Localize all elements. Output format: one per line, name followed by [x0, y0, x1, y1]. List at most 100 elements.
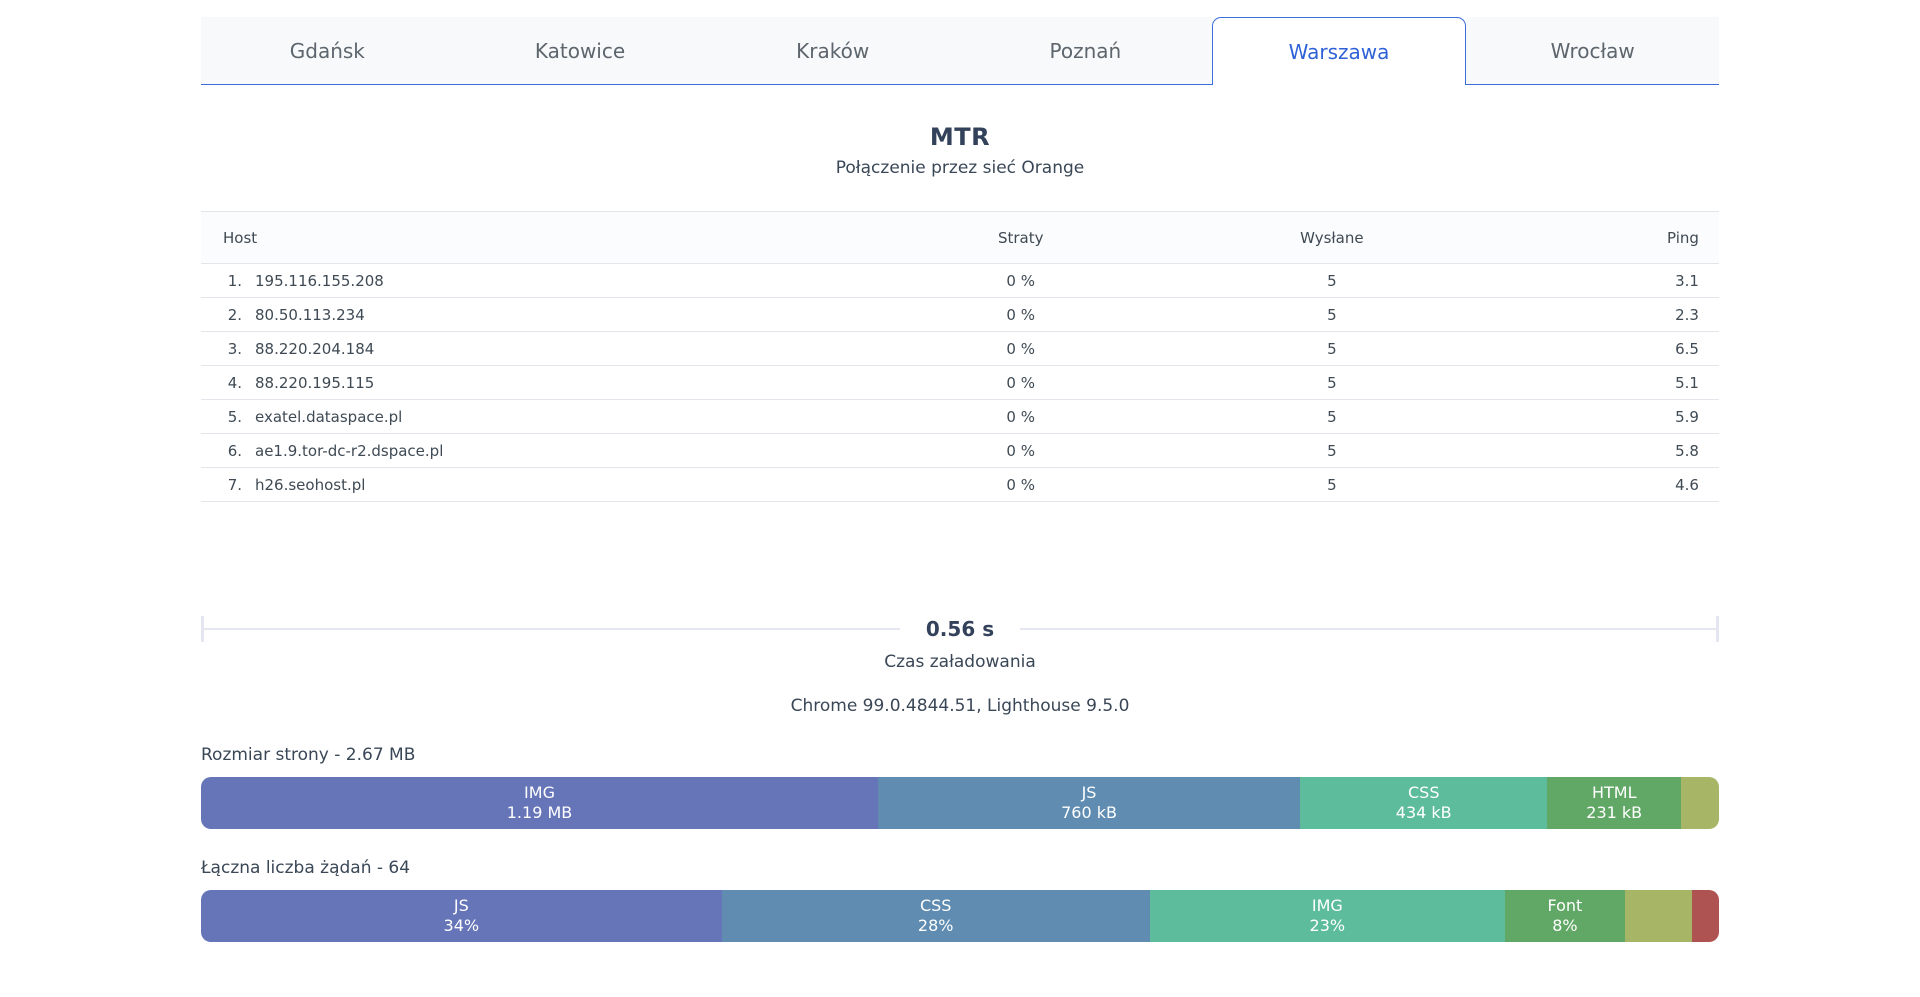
load-time-value: 0.56 s — [899, 614, 1021, 641]
cell-wyslane: 5 — [1327, 339, 1337, 358]
cell-wyslane: 5 — [1327, 373, 1337, 392]
table-row: 6. ae1.9.tor-dc-r2.dspace.pl 0 % 5 5.8 — [201, 434, 1719, 468]
cell-straty: 0 % — [1006, 475, 1035, 494]
cell-straty: 0 % — [1006, 441, 1035, 460]
cell-wyslane: 5 — [1327, 271, 1337, 290]
requests-bar: JS 34% CSS 28% IMG 23% Font 8% — [201, 890, 1719, 942]
size-segment-js: JS 760 kB — [878, 777, 1301, 829]
cell-host: 7. h26.seohost.pl — [201, 476, 884, 494]
cell-ping: 5.9 — [1675, 407, 1699, 426]
segment-value: 434 kB — [1395, 803, 1452, 822]
host-name: 88.220.204.184 — [255, 339, 375, 358]
row-number: 6. — [227, 441, 242, 460]
cell-ping: 4.6 — [1675, 475, 1699, 494]
tab-gdansk[interactable]: Gdańsk — [201, 17, 454, 85]
size-segment-html: HTML 231 kB — [1547, 777, 1682, 829]
segment-label: IMG — [1311, 896, 1343, 915]
load-time-label: Czas załadowania — [884, 652, 1036, 672]
table-row: 4. 88.220.195.115 0 % 5 5.1 — [201, 366, 1719, 400]
cell-straty: 0 % — [1006, 407, 1035, 426]
row-number: 7. — [227, 475, 242, 494]
segment-value: 8% — [1552, 916, 1578, 935]
segment-label: JS — [453, 896, 469, 915]
mtr-table-body: 1. 195.116.155.208 0 % 5 3.1 2. 80.50.113.234 0… — [201, 264, 1719, 502]
row-number: 5. — [227, 407, 242, 426]
segment-value: 23% — [1309, 916, 1346, 935]
host-name: 195.116.155.208 — [255, 271, 384, 290]
cell-host: 2. 80.50.113.234 — [201, 306, 884, 324]
row-number: 1. — [227, 271, 242, 290]
host-name: h26.seohost.pl — [255, 475, 366, 494]
header-ping: Ping — [1667, 228, 1699, 247]
segment-value: 28% — [917, 916, 954, 935]
row-number: 2. — [227, 305, 242, 324]
cell-host: 3. 88.220.204.184 — [201, 340, 884, 358]
tab-wroclaw[interactable]: Wrocław — [1466, 17, 1720, 85]
cell-host: 4. 88.220.195.115 — [201, 374, 884, 392]
tab-poznan[interactable]: Poznań — [959, 17, 1212, 85]
requests-segment-font: Font 8% — [1504, 890, 1625, 942]
mtr-table-header: Host Straty Wysłane Ping — [201, 212, 1719, 264]
segment-value: 760 kB — [1061, 803, 1117, 822]
cell-host: 1. 195.116.155.208 — [201, 272, 884, 290]
table-row: 1. 195.116.155.208 0 % 5 3.1 — [201, 264, 1719, 298]
cell-straty: 0 % — [1006, 373, 1035, 392]
page-container: Gdańsk Katowice Kraków Poznań Warszawa W… — [201, 0, 1720, 942]
page-size-label: Rozmiar strony - 2.67 MB — [201, 745, 416, 765]
host-name: ae1.9.tor-dc-r2.dspace.pl — [255, 441, 444, 460]
table-row: 7. h26.seohost.pl 0 % 5 4.6 — [201, 468, 1719, 502]
segment-label: Font — [1547, 896, 1583, 915]
table-row: 3. 88.220.204.184 0 % 5 6.5 — [201, 332, 1719, 366]
header-wyslane: Wysłane — [1300, 228, 1364, 247]
environment-info: Chrome 99.0.4844.51, Lighthouse 9.5.0 — [790, 696, 1130, 716]
size-segment-img: IMG 1.19 MB — [201, 777, 879, 829]
host-name: exatel.dataspace.pl — [255, 407, 403, 426]
mtr-title: MTR — [929, 123, 991, 151]
cell-straty: 0 % — [1006, 339, 1035, 358]
load-time-indicator: 0.56 s — [201, 614, 1719, 644]
cell-ping: 5.1 — [1675, 373, 1699, 392]
load-time-tick-right — [1716, 616, 1719, 642]
segment-label: CSS — [1407, 783, 1440, 802]
cell-ping: 3.1 — [1675, 271, 1699, 290]
row-number: 4. — [227, 373, 242, 392]
row-number: 3. — [227, 339, 242, 358]
tab-warszawa[interactable]: Warszawa — [1211, 17, 1467, 85]
segment-value: 1.19 MB — [506, 803, 573, 822]
segment-label: CSS — [919, 896, 952, 915]
host-name: 80.50.113.234 — [255, 305, 365, 324]
cell-ping: 6.5 — [1675, 339, 1699, 358]
cell-ping: 5.8 — [1675, 441, 1699, 460]
cell-wyslane: 5 — [1327, 475, 1337, 494]
size-segment-other — [1681, 777, 1719, 829]
segment-label: HTML — [1591, 783, 1637, 802]
table-row: 5. exatel.dataspace.pl 0 % 5 5.9 — [201, 400, 1719, 434]
cell-host: 6. ae1.9.tor-dc-r2.dspace.pl — [201, 442, 884, 460]
table-row: 2. 80.50.113.234 0 % 5 2.3 — [201, 298, 1719, 332]
host-name: 88.220.195.115 — [255, 373, 375, 392]
cell-wyslane: 5 — [1327, 407, 1337, 426]
cell-host: 5. exatel.dataspace.pl — [201, 408, 884, 426]
cell-wyslane: 5 — [1327, 305, 1337, 324]
segment-label: IMG — [524, 783, 555, 802]
size-segment-css: CSS 434 kB — [1300, 777, 1548, 829]
segment-value: 34% — [443, 916, 480, 935]
requests-segment-css: CSS 28% — [721, 890, 1150, 942]
requests-segment-img: IMG 23% — [1149, 890, 1505, 942]
cell-straty: 0 % — [1006, 271, 1035, 290]
mtr-subtitle: Połączenie przez sieć Orange — [835, 158, 1085, 178]
cell-wyslane: 5 — [1327, 441, 1337, 460]
mtr-heading: MTR Połączenie przez sieć Orange — [201, 123, 1719, 178]
tab-krakow[interactable]: Kraków — [706, 17, 960, 85]
load-time-tick-left — [201, 616, 204, 642]
city-tabs: Gdańsk Katowice Kraków Poznań Warszawa W… — [201, 17, 1720, 85]
segment-label: JS — [1081, 783, 1097, 802]
mtr-table: Host Straty Wysłane Ping 1. 195.116.155.2… — [201, 211, 1719, 502]
cell-straty: 0 % — [1006, 305, 1035, 324]
header-straty: Straty — [997, 228, 1044, 247]
segment-value: 231 kB — [1586, 803, 1643, 822]
page-size-bar: IMG 1.19 MB JS 760 kB CSS 434 kB HTML 231 kB — [201, 777, 1719, 829]
requests-segment-js: JS 34% — [201, 890, 722, 942]
requests-label: Łączna liczba żądań - 64 — [201, 858, 411, 878]
tab-katowice[interactable]: Katowice — [453, 17, 707, 85]
